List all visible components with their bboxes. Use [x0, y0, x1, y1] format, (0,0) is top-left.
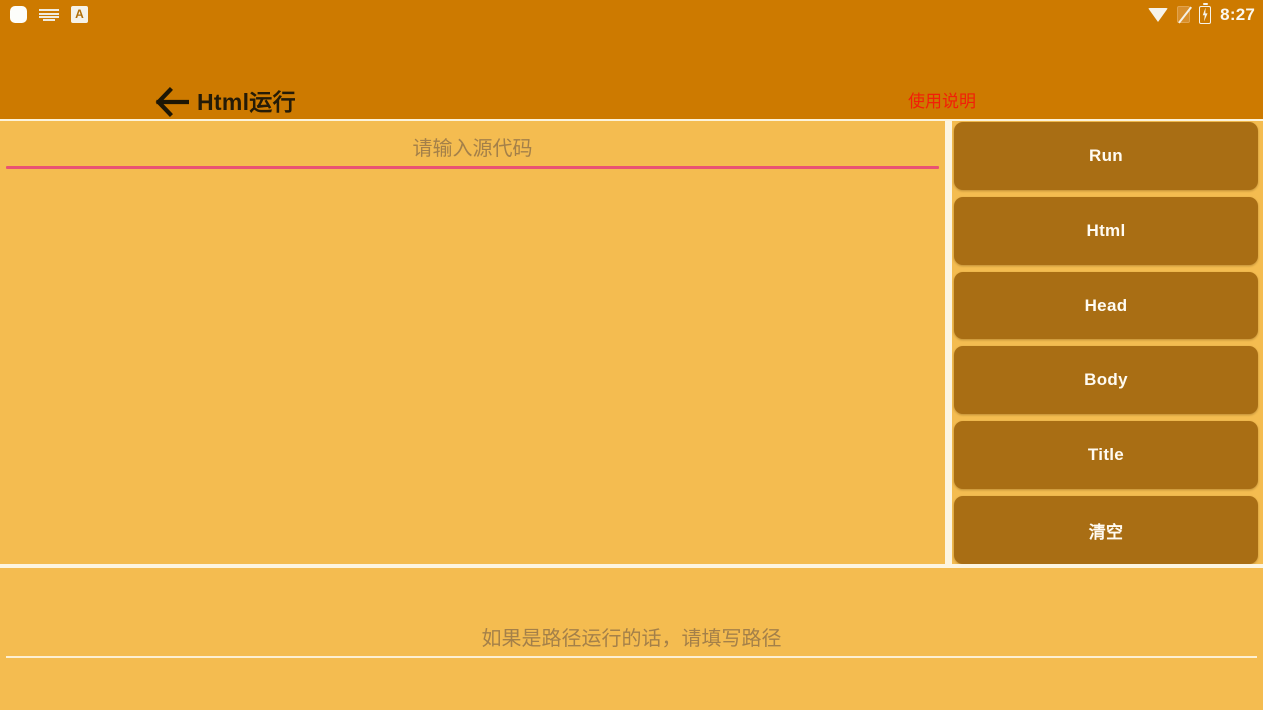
source-code-placeholder: 请输入源代码 — [412, 138, 533, 160]
back-arrow-icon[interactable] — [155, 87, 189, 117]
head-button[interactable]: Head — [954, 271, 1258, 340]
blank-app-icon — [10, 6, 27, 23]
status-bar-left-icons: A — [10, 6, 88, 23]
html-button[interactable]: Html — [954, 196, 1258, 265]
battery-charging-icon — [1199, 2, 1212, 24]
path-panel: 如果是路径运行的话，请填写路径 — [0, 568, 1263, 710]
app-header: Html运行 使用说明 — [0, 29, 1263, 119]
keyboard-icon — [39, 8, 59, 22]
status-bar: A 8:27 — [0, 0, 1263, 29]
content-area: 请输入源代码 Run Html Head Body Title 清空 如果是路径… — [0, 119, 1263, 710]
page-title: Html运行 — [197, 89, 296, 115]
body-button[interactable]: Body — [954, 346, 1258, 415]
action-button-column: Run Html Head Body Title 清空 — [952, 121, 1263, 564]
wifi-icon — [1148, 7, 1169, 22]
status-bar-clock: 8:27 — [1220, 4, 1255, 24]
help-link[interactable]: 使用说明 — [908, 91, 976, 113]
source-code-input[interactable] — [6, 173, 939, 558]
a-mark-icon: A — [71, 6, 88, 23]
status-bar-right-icons: 8:27 — [1148, 2, 1255, 25]
app-root: A 8:27 Html运行 使用说明 请输入源代码 Run Html Head … — [0, 0, 1263, 710]
path-underline — [6, 656, 1257, 658]
title-button[interactable]: Title — [954, 421, 1258, 490]
run-button[interactable]: Run — [954, 122, 1258, 190]
sim-off-icon — [1177, 6, 1191, 23]
vertical-divider — [945, 121, 952, 564]
path-input[interactable] — [6, 568, 1257, 656]
source-code-panel: 请输入源代码 — [0, 121, 945, 564]
clear-button[interactable]: 清空 — [954, 496, 1258, 564]
source-code-underline — [6, 166, 939, 169]
